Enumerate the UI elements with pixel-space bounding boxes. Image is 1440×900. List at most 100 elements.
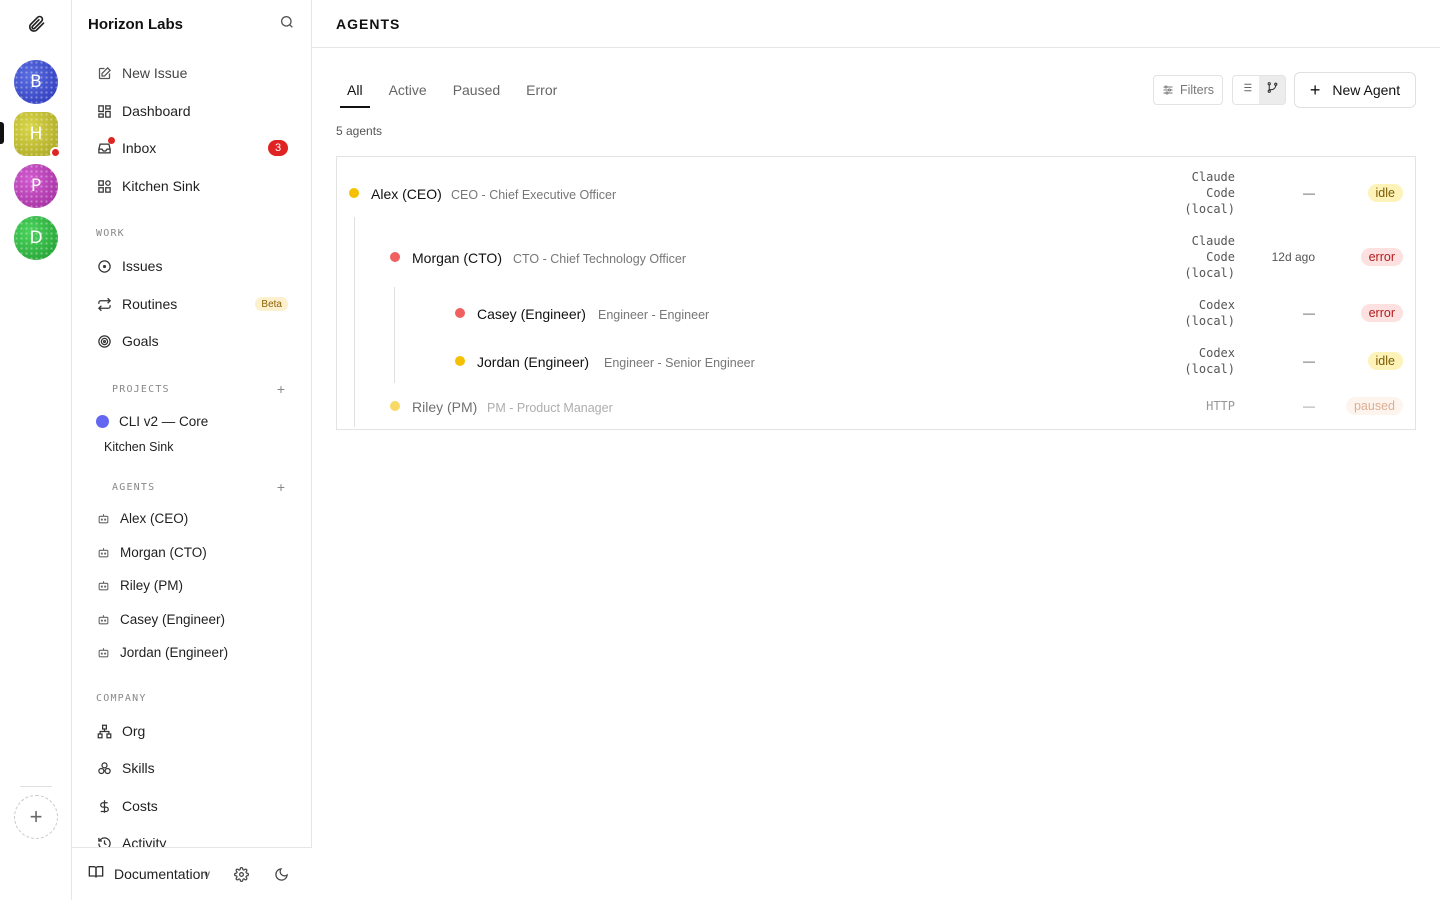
add-workspace-button[interactable]: + xyxy=(14,795,58,839)
kitchen-sink-icon xyxy=(96,178,112,194)
inbox-icon xyxy=(96,137,115,156)
agent-last-run: — xyxy=(1303,354,1315,368)
agent-row-jordan[interactable]: Jordan (Engineer) Engineer - Senior Engi… xyxy=(337,341,1415,389)
sidebar-item-skills[interactable]: Skills xyxy=(96,753,292,783)
notification-dot xyxy=(50,147,61,158)
tab-paused[interactable]: Paused xyxy=(446,72,507,108)
agent-row-alex[interactable]: Alex (CEO) CEO - Chief Executive Officer… xyxy=(337,157,1415,229)
target-icon xyxy=(96,333,112,349)
sidebar-item-kitchen-sink[interactable]: Kitchen Sink xyxy=(96,171,292,201)
agent-name: Jordan (Engineer) xyxy=(477,354,590,370)
agent-last-run: 12d ago xyxy=(1271,250,1315,264)
workspace-avatar-p[interactable]: P xyxy=(14,164,58,208)
agent-name: Morgan (CTO) xyxy=(412,250,502,266)
sidebar-item-routines[interactable]: Routines Beta xyxy=(96,289,292,319)
main-panel: AGENTS All Active Paused Error Filters +… xyxy=(312,0,1440,900)
status-badge: error xyxy=(1360,304,1403,322)
tab-all[interactable]: All xyxy=(340,72,370,108)
skills-icon xyxy=(96,760,112,776)
view-toggle xyxy=(1232,75,1286,105)
project-item-cli-v2[interactable]: CLI v2 — Core xyxy=(96,409,208,433)
sidebar-item-dashboard[interactable]: Dashboard xyxy=(96,96,292,126)
sidebar-item-org[interactable]: Org xyxy=(96,716,292,746)
list-icon xyxy=(1240,81,1253,99)
agent-adapter: Codex (local) xyxy=(1184,346,1235,376)
filters-button[interactable]: Filters xyxy=(1153,75,1223,105)
agent-name: Riley (PM) xyxy=(412,399,478,415)
status-badge: error xyxy=(1360,248,1403,266)
agent-role: PM - Product Manager xyxy=(487,401,613,415)
sidebar-item-costs[interactable]: Costs xyxy=(96,791,292,821)
agents-tree-table: Alex (CEO) CEO - Chief Executive Officer… xyxy=(336,156,1416,430)
active-workspace-indicator xyxy=(0,122,4,144)
gear-icon[interactable] xyxy=(233,866,249,882)
company-name: Horizon Labs xyxy=(88,15,184,33)
workspace-rail: B H P D + xyxy=(0,0,72,900)
agent-role: Engineer - Senior Engineer xyxy=(604,356,755,370)
agent-row-riley[interactable]: Riley (PM) PM - Product Manager HTTP — p… xyxy=(337,389,1415,429)
section-label-projects: PROJECTS xyxy=(112,384,170,395)
status-badge: paused xyxy=(1345,397,1403,415)
search-icon[interactable] xyxy=(279,14,295,35)
agent-last-run: — xyxy=(1303,306,1315,320)
list-view-button[interactable] xyxy=(1233,76,1259,104)
circle-dot-icon xyxy=(96,258,112,274)
workspace-avatar-b[interactable]: B xyxy=(14,60,58,104)
sidebar-agent-alex[interactable]: Alex (CEO) xyxy=(96,506,188,530)
section-label-work: WORK xyxy=(96,228,125,239)
agent-adapter: HTTP xyxy=(1206,399,1235,413)
sidebar-agent-riley[interactable]: Riley (PM) xyxy=(96,573,183,597)
bot-icon xyxy=(96,612,110,626)
org-chart-icon xyxy=(96,723,112,739)
sidebar-item-inbox[interactable]: Inbox 3 xyxy=(96,133,292,163)
moon-icon[interactable] xyxy=(273,866,289,882)
status-dot xyxy=(390,401,400,411)
tab-error[interactable]: Error xyxy=(519,72,564,108)
sliders-icon xyxy=(1162,84,1174,96)
agent-count: 5 agents xyxy=(336,124,383,138)
page-title: AGENTS xyxy=(336,15,401,32)
project-item-kitchen-sink[interactable]: Kitchen Sink xyxy=(104,435,173,459)
bot-icon xyxy=(96,545,110,559)
add-agent-button[interactable]: + xyxy=(277,479,285,495)
workspace-avatar-h[interactable]: H xyxy=(14,112,61,158)
version-label: v xyxy=(204,867,210,881)
agent-role: CTO - Chief Technology Officer xyxy=(513,252,686,266)
section-label-agents: AGENTS xyxy=(112,482,156,493)
sidebar-item-goals[interactable]: Goals xyxy=(96,326,292,356)
status-dot xyxy=(349,188,359,198)
grid-icon xyxy=(96,103,112,119)
status-dot xyxy=(455,356,465,366)
inbox-count-badge: 3 xyxy=(268,140,288,156)
beta-badge: Beta xyxy=(255,297,288,311)
project-color-dot xyxy=(96,414,109,428)
new-agent-button[interactable]: + New Agent xyxy=(1294,72,1416,108)
paperclip-logo-icon[interactable] xyxy=(24,12,48,36)
agent-adapter: Codex (local) xyxy=(1184,298,1235,328)
bot-icon xyxy=(96,645,110,659)
agent-row-casey[interactable]: Casey (Engineer) Engineer - Engineer Cod… xyxy=(337,285,1415,341)
agent-role: Engineer - Engineer xyxy=(598,308,710,322)
rail-divider xyxy=(20,786,52,787)
agent-name: Casey (Engineer) xyxy=(477,306,586,322)
agent-row-morgan[interactable]: Morgan (CTO) CTO - Chief Technology Offi… xyxy=(337,229,1415,285)
sidebar-agent-morgan[interactable]: Morgan (CTO) xyxy=(96,540,207,564)
plus-icon: + xyxy=(29,804,43,829)
sidebar-agent-casey[interactable]: Casey (Engineer) xyxy=(96,607,225,631)
tab-active[interactable]: Active xyxy=(382,72,434,108)
new-issue-button[interactable]: New Issue xyxy=(96,58,292,88)
git-branch-icon xyxy=(1266,81,1279,99)
documentation-link[interactable]: Documentation xyxy=(114,866,208,882)
agent-last-run: — xyxy=(1303,186,1315,200)
book-icon[interactable] xyxy=(88,864,104,885)
add-project-button[interactable]: + xyxy=(277,381,285,397)
sidebar-footer: Documentation v xyxy=(72,847,312,900)
agent-role: CEO - Chief Executive Officer xyxy=(451,188,617,202)
tree-view-button[interactable] xyxy=(1259,76,1285,104)
sidebar-item-issues[interactable]: Issues xyxy=(96,251,292,281)
sidebar-agent-jordan[interactable]: Jordan (Engineer) xyxy=(96,640,228,664)
agent-last-run: — xyxy=(1303,399,1315,413)
agent-adapter: Claude Code (local) xyxy=(1184,234,1235,280)
workspace-avatar-d[interactable]: D xyxy=(14,216,58,260)
status-dot xyxy=(390,252,400,262)
